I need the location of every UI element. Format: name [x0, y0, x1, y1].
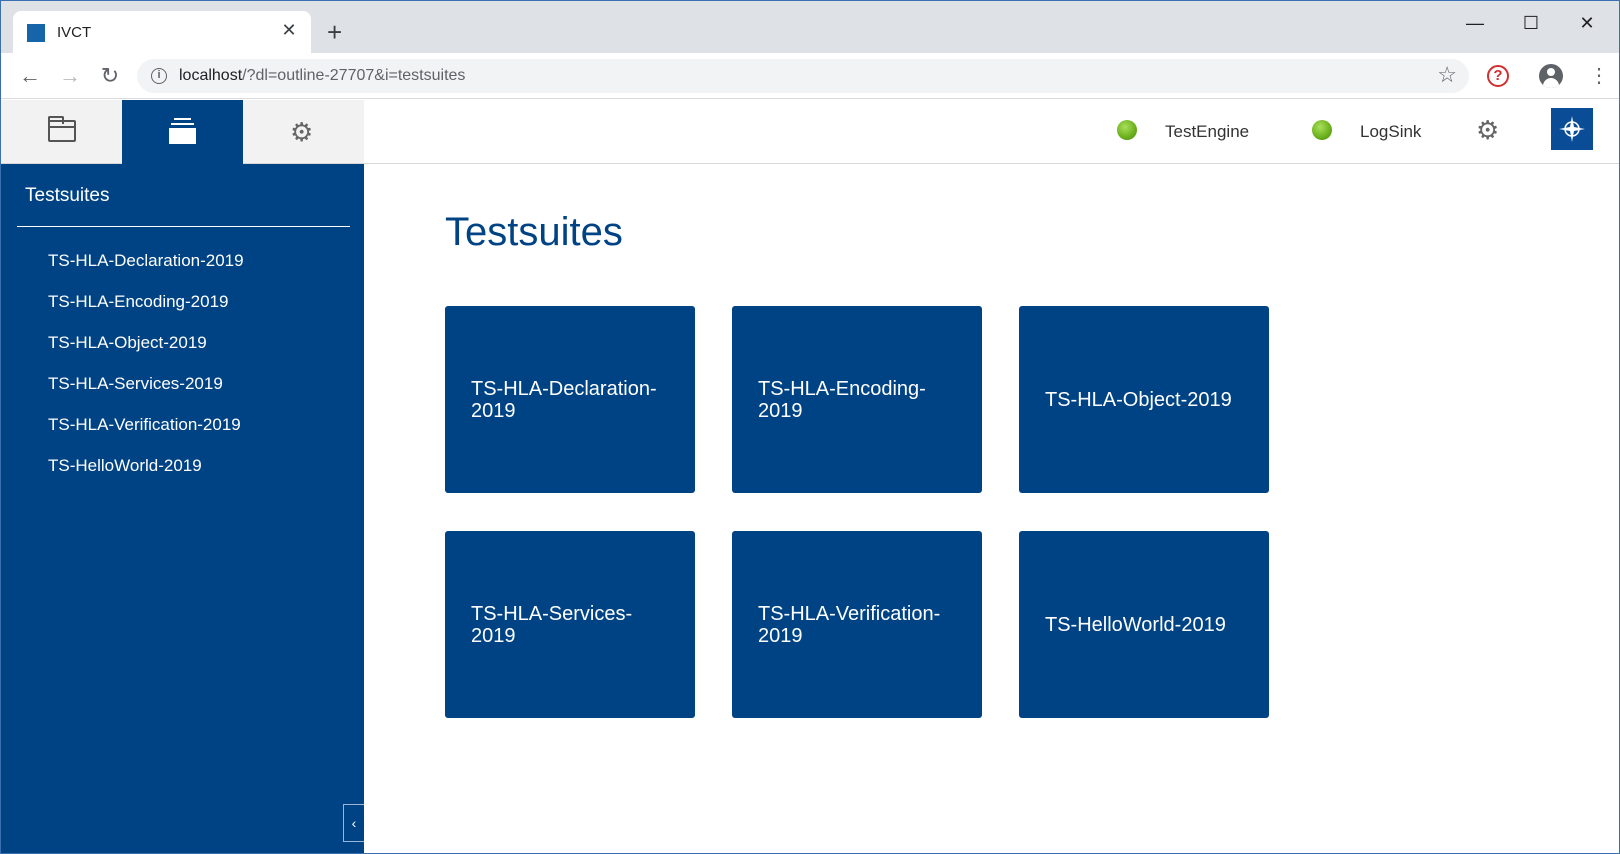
stack-icon [169, 118, 196, 144]
minimize-icon[interactable]: — [1455, 11, 1495, 35]
sidebar-item-services[interactable]: TS-HLA-Services-2019 [48, 373, 244, 414]
card-label: TS-HLA-Verification-2019 [758, 602, 941, 647]
testsuite-list: TS-HLA-Declaration-2019 TS-HLA-Encoding-… [48, 250, 244, 496]
sidebar-tabs: ⚙ [1, 100, 364, 164]
nato-logo-icon [1551, 108, 1593, 150]
card-label: TS-HelloWorld-2019 [1045, 613, 1226, 636]
sidebar-title: Testsuites [25, 185, 110, 206]
close-tab-icon[interactable]: ✕ [279, 20, 299, 40]
url-path: /?dl=outline-27707&i=testsuites [242, 67, 466, 84]
url-host: localhost [179, 67, 243, 84]
page-title: Testsuites [445, 210, 623, 254]
favicon-icon [27, 24, 45, 42]
sidebar-item-object[interactable]: TS-HLA-Object-2019 [48, 332, 244, 373]
back-icon[interactable]: ← [15, 61, 45, 91]
testengine-status-dot [1117, 120, 1137, 140]
collapse-sidebar-button[interactable]: ‹ [343, 804, 364, 842]
address-bar[interactable]: i localhost/?dl=outline-27707&i=testsuit… [137, 59, 1469, 93]
card-label: TS-HLA-Services-2019 [471, 602, 633, 647]
testsuite-card-declaration[interactable]: TS-HLA-Declaration-2019 [445, 306, 695, 493]
gear-icon: ⚙ [290, 117, 314, 147]
sidebar-item-helloworld[interactable]: TS-HelloWorld-2019 [48, 455, 244, 496]
tab-strip: IVCT ✕ + — ☐ ✕ [1, 1, 1619, 53]
window-close-icon[interactable]: ✕ [1567, 11, 1607, 35]
tab-settings[interactable]: ⚙ [243, 100, 364, 164]
tab-explorer[interactable] [1, 100, 122, 164]
testsuite-card-services[interactable]: TS-HLA-Services-2019 [445, 531, 695, 718]
testsuite-card-helloworld[interactable]: TS-HelloWorld-2019 [1019, 531, 1269, 718]
sidebar-item-encoding[interactable]: TS-HLA-Encoding-2019 [48, 291, 244, 332]
main-content: TestEngine LogSink ⚙ Testsuites TS-HLA-D… [364, 100, 1619, 853]
sidebar-item-declaration[interactable]: TS-HLA-Declaration-2019 [48, 250, 244, 291]
extension-icon[interactable]: ? [1487, 65, 1509, 87]
sidebar-divider [17, 226, 350, 227]
card-label: TS-HLA-Object-2019 [1045, 388, 1232, 411]
browser-window: IVCT ✕ + — ☐ ✕ ← → ↻ i localhost/?dl=out… [0, 0, 1620, 854]
browser-tab[interactable]: IVCT ✕ [13, 11, 311, 53]
testengine-status-label: TestEngine [1165, 122, 1250, 141]
testsuite-card-object[interactable]: TS-HLA-Object-2019 [1019, 306, 1269, 493]
logsink-status-dot [1312, 120, 1332, 140]
bookmark-star-icon[interactable]: ☆ [1437, 62, 1457, 88]
maximize-icon[interactable]: ☐ [1511, 11, 1551, 35]
logsink-status-label: LogSink [1360, 122, 1422, 141]
chevron-left-icon: ‹ [351, 815, 357, 831]
tab-title: IVCT [57, 24, 92, 41]
testsuite-card-verification[interactable]: TS-HLA-Verification-2019 [732, 531, 982, 718]
browser-menu-icon[interactable]: ⋮ [1589, 64, 1609, 88]
reload-icon[interactable]: ↻ [95, 61, 125, 91]
card-label: TS-HLA-Declaration-2019 [471, 377, 657, 422]
url-text[interactable]: localhost/?dl=outline-27707&i=testsuites [179, 67, 465, 85]
sidebar-item-verification[interactable]: TS-HLA-Verification-2019 [48, 414, 244, 455]
profile-icon[interactable] [1539, 64, 1563, 88]
new-tab-button[interactable]: + [327, 19, 342, 45]
card-label: TS-HLA-Encoding-2019 [758, 377, 926, 422]
info-icon[interactable]: i [151, 68, 167, 84]
forward-icon[interactable]: → [55, 61, 85, 91]
browser-toolbar: ← → ↻ i localhost/?dl=outline-27707&i=te… [1, 53, 1619, 99]
app-topbar: TestEngine LogSink ⚙ [364, 100, 1619, 164]
sidebar: ⚙ Testsuites TS-HLA-Declaration-2019 TS-… [1, 100, 364, 853]
testsuite-card-encoding[interactable]: TS-HLA-Encoding-2019 [732, 306, 982, 493]
settings-gear-icon[interactable]: ⚙ [1476, 117, 1499, 143]
folder-icon [48, 116, 76, 142]
tab-testsuites[interactable] [122, 100, 243, 164]
ivct-app: ⚙ Testsuites TS-HLA-Declaration-2019 TS-… [1, 100, 1619, 853]
